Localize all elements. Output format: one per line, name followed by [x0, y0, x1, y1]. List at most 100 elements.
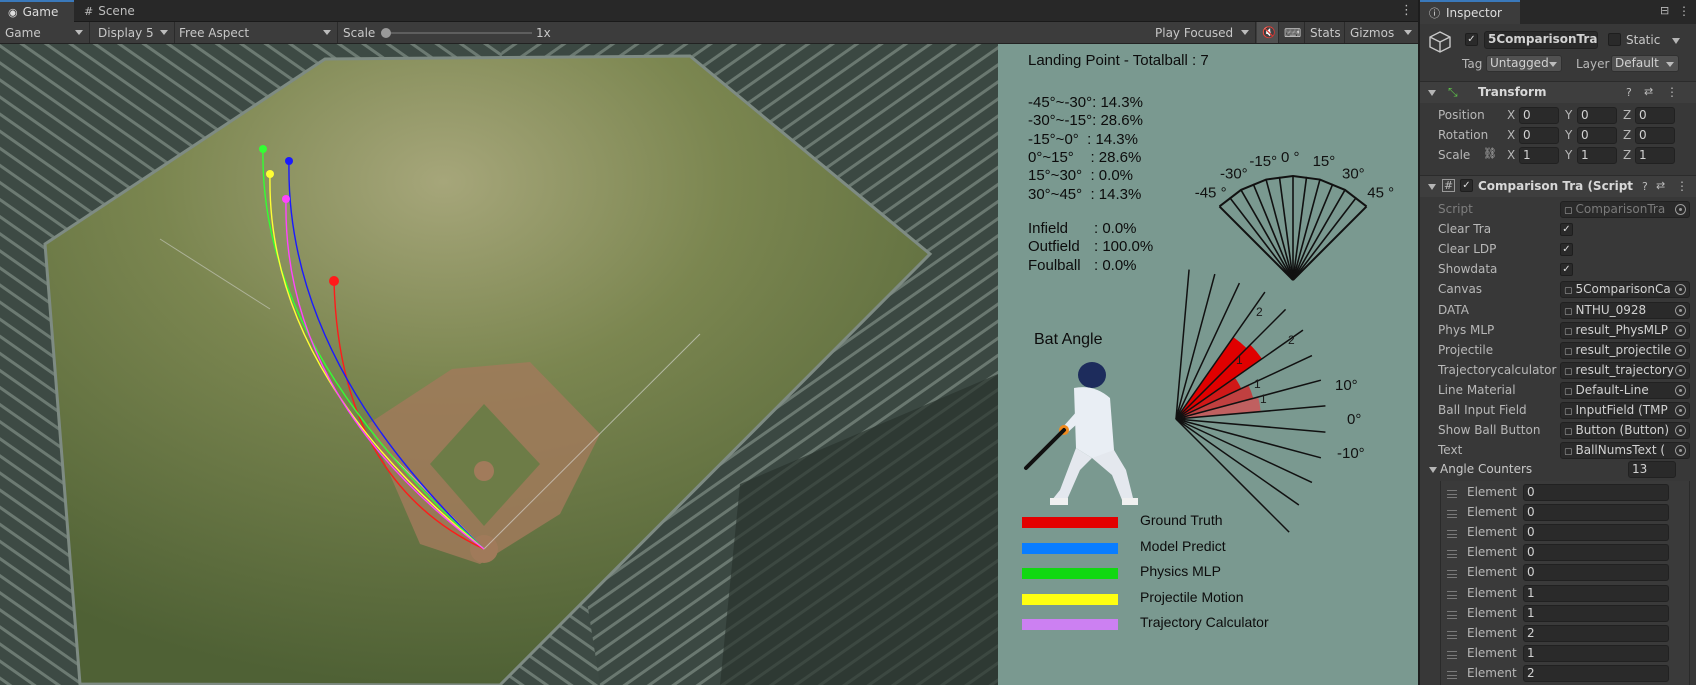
collapse-icon[interactable] — [1428, 90, 1436, 96]
element-value-field[interactable]: 2 — [1523, 624, 1669, 642]
element-value-field[interactable]: 0 — [1523, 504, 1669, 522]
drag-handle-icon[interactable] — [1447, 490, 1457, 498]
text-object-field[interactable]: ▢ BallNumsText ( — [1560, 442, 1690, 460]
gizmos-dropdown[interactable]: Gizmos — [1345, 22, 1418, 43]
showdata-checkbox[interactable]: ✓ — [1560, 263, 1573, 277]
legend-swatch — [1022, 619, 1118, 630]
transform-scale-z-field[interactable]: 1 — [1635, 147, 1675, 164]
help-icon[interactable]: ? — [1626, 86, 1632, 99]
drag-handle-icon[interactable] — [1447, 610, 1457, 619]
object-picker-icon[interactable] — [1675, 364, 1686, 376]
angle-counters-header[interactable]: Angle Counters 13 — [1420, 460, 1696, 480]
script-enabled-checkbox[interactable]: ✓ — [1460, 179, 1473, 192]
drag-handle-icon[interactable] — [1447, 650, 1457, 659]
link-icon[interactable]: ⛓ — [1483, 147, 1497, 160]
static-dropdown-icon[interactable] — [1672, 38, 1680, 44]
lock-icon[interactable]: ⊟ — [1660, 4, 1669, 17]
element-label: Element 5 — [1467, 585, 1521, 600]
element-value-field[interactable]: 0 — [1523, 564, 1669, 582]
projectile-object-field[interactable]: ▢ result_projectile — [1560, 341, 1690, 359]
static-checkbox[interactable] — [1608, 33, 1621, 46]
preset-icon[interactable]: ⇄ — [1644, 85, 1653, 98]
preset-icon[interactable]: ⇄ — [1656, 179, 1665, 192]
data-object-field[interactable]: ▢ NTHU_0928 — [1560, 301, 1690, 319]
trajectorycalculator-object-field[interactable]: ▢ result_trajectory — [1560, 361, 1690, 379]
tab-game[interactable]: ◉ Game — [0, 0, 74, 22]
inspector-menu-icon[interactable]: ⋮ — [1678, 4, 1690, 18]
component-menu-icon[interactable]: ⋮ — [1666, 85, 1678, 99]
object-field-value: result_projectile — [1575, 342, 1672, 357]
scale-slider[interactable] — [385, 32, 532, 34]
drag-handle-icon[interactable] — [1447, 590, 1457, 599]
transform-position-z-field[interactable]: 0 — [1635, 107, 1675, 124]
chevron-down-icon — [1404, 30, 1412, 35]
stats-button[interactable]: Stats — [1305, 22, 1345, 43]
object-picker-icon[interactable] — [1675, 384, 1686, 396]
active-checkbox[interactable]: ✓ — [1465, 33, 1478, 46]
keyboard-icon: ⌨ — [1284, 25, 1302, 40]
tag-dropdown[interactable]: Untagged — [1486, 55, 1562, 72]
transform-position-y-field[interactable]: 0 — [1577, 107, 1617, 124]
transform-scale-label: Scale — [1438, 148, 1471, 162]
tab-inspector[interactable]: ⓘ Inspector — [1420, 0, 1520, 24]
transform-rotation-y-field[interactable]: 0 — [1577, 127, 1617, 144]
phys-mlp-object-field[interactable]: ▢ result_PhysMLP — [1560, 321, 1690, 339]
object-picker-icon[interactable] — [1675, 344, 1686, 356]
line-material-object-field[interactable]: ▢ Default-Line — [1560, 381, 1690, 399]
drag-handle-icon[interactable] — [1447, 630, 1457, 639]
aspect-dropdown[interactable]: Free Aspect — [174, 22, 338, 43]
element-value-field[interactable]: 0 — [1523, 524, 1669, 542]
layer-dropdown[interactable]: Default — [1611, 55, 1679, 72]
object-picker-icon[interactable] — [1675, 324, 1686, 336]
angle-counters-size-field[interactable]: 13 — [1628, 461, 1676, 478]
mute-audio-button[interactable]: 🔇 — [1257, 22, 1279, 43]
element-value-field[interactable]: 2 — [1523, 664, 1669, 682]
scale-slider-handle[interactable] — [381, 28, 391, 38]
element-value-field[interactable]: 1 — [1523, 604, 1669, 622]
drag-handle-icon[interactable] — [1447, 670, 1457, 679]
asset-icon: ▢ — [1564, 427, 1573, 438]
play-mode-dropdown[interactable]: Play Focused — [1150, 22, 1256, 43]
drag-handle-icon[interactable] — [1447, 510, 1457, 519]
canvas-object-field[interactable]: ▢ 5ComparisonCa — [1560, 281, 1690, 299]
game-viewport[interactable] — [0, 44, 998, 685]
script-object-field[interactable]: ▢ ComparisonTra — [1560, 201, 1690, 218]
transform-position-x-field[interactable]: 0 — [1519, 107, 1559, 124]
transform-scale-y-field[interactable]: 1 — [1577, 147, 1617, 164]
drag-handle-icon[interactable] — [1447, 530, 1457, 539]
transform-component-header[interactable]: ⤡ Transform ? ⇄ ⋮ — [1420, 81, 1696, 103]
element-value-field[interactable]: 1 — [1523, 584, 1669, 602]
collapse-icon[interactable] — [1429, 467, 1437, 473]
component-menu-icon[interactable]: ⋮ — [1676, 179, 1688, 193]
clear-tra-checkbox[interactable]: ✓ — [1560, 223, 1573, 237]
clear-ldp-checkbox[interactable]: ✓ — [1560, 243, 1573, 257]
object-picker-icon[interactable] — [1675, 204, 1686, 215]
object-picker-icon[interactable] — [1675, 304, 1686, 316]
help-icon[interactable]: ? — [1642, 180, 1648, 193]
element-value-field[interactable]: 0 — [1523, 544, 1669, 562]
object-picker-icon[interactable] — [1675, 405, 1686, 416]
tab-scene[interactable]: # Scene — [76, 0, 146, 22]
script-component-header[interactable]: # ✓ Comparison Tra (Script ? ⇄ ⋮ — [1420, 175, 1696, 197]
element-value-field[interactable]: 1 — [1523, 644, 1669, 662]
element-label: Element 9 — [1467, 665, 1521, 680]
fan-angle-label: -45 ° — [1195, 185, 1227, 202]
drag-handle-icon[interactable] — [1447, 570, 1457, 579]
view-dropdown[interactable]: Game — [0, 22, 90, 43]
object-name-field[interactable]: 5ComparisonTra — [1484, 31, 1598, 49]
view-menu-icon[interactable]: ⋮ — [1400, 3, 1413, 18]
stats-panel-button[interactable]: ⌨ — [1279, 22, 1305, 43]
transform-rotation-x-field[interactable]: 0 — [1519, 127, 1559, 144]
element-label: Element 0 — [1467, 485, 1521, 499]
element-value-field[interactable]: 0 — [1523, 484, 1669, 501]
drag-handle-icon[interactable] — [1447, 550, 1457, 559]
collapse-icon[interactable] — [1428, 184, 1436, 190]
object-picker-icon[interactable] — [1675, 425, 1686, 437]
ball-input-field-object-field[interactable]: ▢ InputField (TMP — [1560, 402, 1690, 419]
object-picker-icon[interactable] — [1675, 284, 1686, 296]
object-picker-icon[interactable] — [1675, 445, 1686, 457]
show-ball-button-object-field[interactable]: ▢ Button (Button) — [1560, 422, 1690, 440]
transform-rotation-z-field[interactable]: 0 — [1635, 127, 1675, 144]
transform-scale-x-field[interactable]: 1 — [1519, 147, 1559, 164]
display-dropdown[interactable]: Display 5 — [93, 22, 175, 43]
